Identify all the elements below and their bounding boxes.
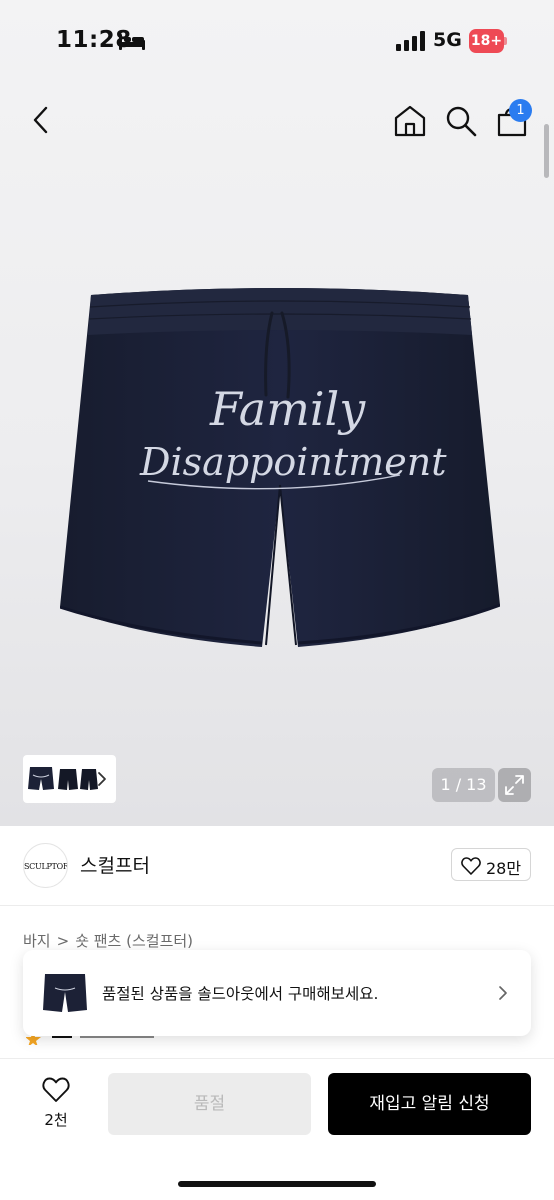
soldout-marketplace-banner[interactable]: 품절된 상품을 솔드아웃에서 구매해보세요. xyxy=(23,950,531,1036)
graphic-text-disappointment: Disappointment xyxy=(139,440,447,484)
expand-icon[interactable] xyxy=(498,768,531,802)
heart-icon xyxy=(461,857,481,875)
product-gallery: 11:28 5G 18+ 1 Family Disappointment 1 /… xyxy=(0,0,554,826)
graphic-text-family: Family xyxy=(209,382,366,436)
waistband xyxy=(88,288,472,335)
scroll-indicator xyxy=(544,124,549,178)
restock-alert-button[interactable]: 재입고 알림 신청 xyxy=(328,1073,531,1135)
battery-level: 18+ xyxy=(469,29,504,53)
soldout-button: 품절 xyxy=(108,1073,311,1135)
home-indicator xyxy=(178,1181,376,1187)
heart-icon xyxy=(42,1077,70,1102)
brand-like-count: 28만 xyxy=(486,859,522,878)
breadcrumb: 바지 > 숏 팬츠 (스컬프터) xyxy=(23,930,193,951)
image-counter: 1 / 13 xyxy=(432,768,495,802)
banner-text: 품절된 상품을 솔드아웃에서 구매해보세요. xyxy=(102,985,379,1003)
breadcrumb-category[interactable]: 바지 xyxy=(23,932,51,950)
product-image[interactable]: Family Disappointment xyxy=(60,285,500,675)
home-icon[interactable] xyxy=(392,103,428,139)
banner-product-thumbnail xyxy=(43,974,87,1012)
network-type: 5G xyxy=(433,29,462,51)
sleep-mode-icon xyxy=(119,34,145,50)
breadcrumb-separator: > xyxy=(56,932,70,950)
brand-logo[interactable]: SCULPTOR xyxy=(23,843,68,888)
brand-name[interactable]: 스컬프터 xyxy=(80,851,150,878)
wishlist-button[interactable]: 2천 xyxy=(28,1075,84,1135)
status-bar: 11:28 5G 18+ xyxy=(0,0,554,84)
search-icon[interactable] xyxy=(443,103,479,139)
battery-cap xyxy=(504,37,507,45)
wishlist-count: 2천 xyxy=(44,1111,68,1129)
cart-count-badge: 1 xyxy=(509,99,532,122)
cellular-signal-icon xyxy=(396,31,425,51)
back-button[interactable] xyxy=(24,102,60,138)
battery-indicator: 18+ xyxy=(469,29,507,53)
divider xyxy=(0,905,554,906)
brand-like-button[interactable]: 28만 xyxy=(451,848,531,881)
chevron-right-icon[interactable] xyxy=(95,770,109,788)
thumbnail-image xyxy=(28,767,98,790)
chevron-right-icon xyxy=(499,986,507,1000)
breadcrumb-subcategory[interactable]: 숏 팬츠 (스컬프터) xyxy=(75,932,193,950)
